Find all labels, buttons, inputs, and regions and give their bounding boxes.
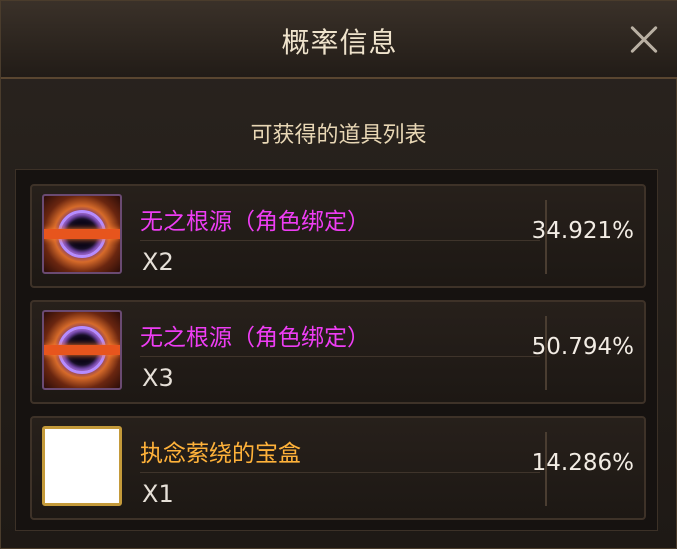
item-probability: 50.794%	[531, 334, 634, 360]
panel-title: 概率信息	[281, 26, 398, 59]
item-probability: 34.921%	[531, 218, 634, 244]
panel-header: 概率信息	[1, 1, 677, 79]
vortex-band	[44, 345, 120, 355]
item-quantity: X1	[142, 480, 174, 508]
item-list[interactable]: 无之根源（角色绑定） X2 34.921% 无之根源（角色绑定） X3 50.7…	[15, 169, 658, 531]
list-item: 无之根源（角色绑定） X2 34.921%	[30, 184, 646, 288]
close-icon[interactable]	[624, 19, 664, 59]
item-quantity: X3	[142, 364, 174, 392]
list-item: 无之根源（角色绑定） X3 50.794%	[30, 300, 646, 404]
chest-icon[interactable]	[42, 426, 122, 506]
item-name: 无之根源（角色绑定）	[140, 209, 370, 235]
vortex-band	[44, 229, 120, 239]
vortex-icon[interactable]	[42, 194, 122, 274]
row-divider	[140, 356, 540, 357]
row-divider	[140, 472, 540, 473]
item-name: 执念萦绕的宝盒	[140, 441, 301, 467]
probability-panel: 概率信息 可获得的道具列表 无之根源（角色绑定） X2 34.921% 无之根源…	[0, 0, 677, 549]
row-divider	[140, 240, 540, 241]
item-probability: 14.286%	[531, 450, 634, 476]
item-list-subtitle: 可获得的道具列表	[250, 123, 427, 148]
item-name: 无之根源（角色绑定）	[140, 325, 370, 351]
vortex-icon[interactable]	[42, 310, 122, 390]
item-quantity: X2	[142, 248, 174, 276]
list-item: 执念萦绕的宝盒 X1 14.286%	[30, 416, 646, 520]
